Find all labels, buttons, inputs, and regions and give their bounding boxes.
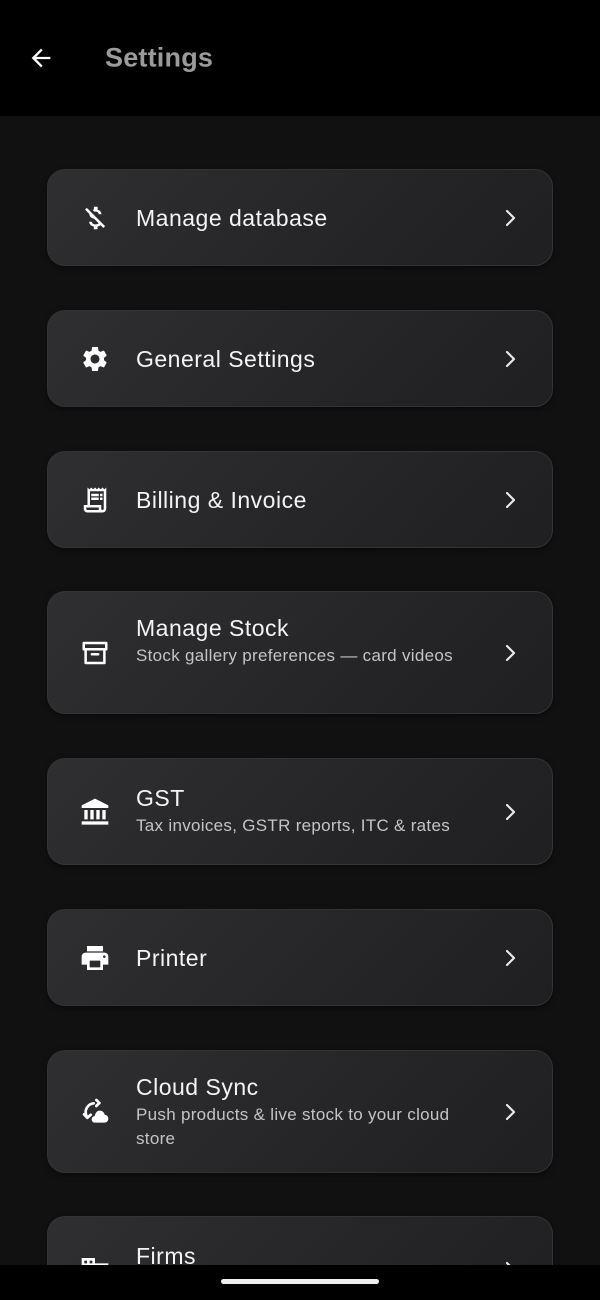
item-title: Billing & Invoice (136, 487, 307, 513)
item-title: Cloud Sync (136, 1074, 259, 1100)
item-title: Firms (136, 1243, 196, 1265)
cloud-sync-icon (78, 1095, 112, 1129)
printer-icon (78, 941, 112, 975)
settings-item-cloud-sync[interactable]: Cloud Sync Push products & live stock to… (47, 1050, 553, 1173)
item-title: Printer (136, 945, 208, 971)
settings-item-manage-stock[interactable]: Manage Stock Stock gallery preferences —… (47, 591, 553, 714)
chevron-right-icon (498, 488, 522, 512)
chevron-right-icon (498, 946, 522, 970)
back-button[interactable] (22, 39, 60, 77)
settings-item-firms[interactable]: Firms (47, 1216, 553, 1265)
chevron-right-icon (498, 800, 522, 824)
item-title: Manage database (136, 205, 328, 231)
settings-item-printer[interactable]: Printer (47, 909, 553, 1006)
arrow-left-icon (31, 48, 51, 68)
settings-item-billing-invoice[interactable]: Billing & Invoice (47, 451, 553, 548)
settings-item-manage-database[interactable]: Manage database (47, 169, 553, 266)
chevron-right-icon (498, 206, 522, 230)
gear-icon (78, 342, 112, 376)
receipt-icon (78, 483, 112, 517)
database-off-icon (78, 201, 112, 235)
chevron-right-icon (498, 1258, 522, 1265)
item-subtitle: Tax invoices, GSTR reports, ITC & rates (136, 816, 451, 835)
item-subtitle: Stock gallery preferences — card videos (136, 646, 453, 665)
chevron-right-icon (498, 347, 522, 371)
item-subtitle: Push products & live stock to your cloud… (136, 1105, 450, 1148)
item-title: GST (136, 785, 185, 811)
settings-item-gst[interactable]: GST Tax invoices, GSTR reports, ITC & ra… (47, 758, 553, 865)
archive-box-icon (78, 636, 112, 670)
home-indicator[interactable] (221, 1279, 379, 1284)
settings-item-general-settings[interactable]: General Settings (47, 310, 553, 407)
building-icon (78, 1253, 112, 1265)
chevron-right-icon (498, 1100, 522, 1124)
app-bar: Settings (0, 0, 600, 116)
chevron-right-icon (498, 641, 522, 665)
bank-icon (78, 795, 112, 829)
item-title: General Settings (136, 346, 316, 372)
page-title: Settings (105, 42, 214, 73)
settings-list[interactable]: Manage database General Settings Billing… (0, 116, 600, 1265)
item-title: Manage Stock (136, 615, 290, 641)
